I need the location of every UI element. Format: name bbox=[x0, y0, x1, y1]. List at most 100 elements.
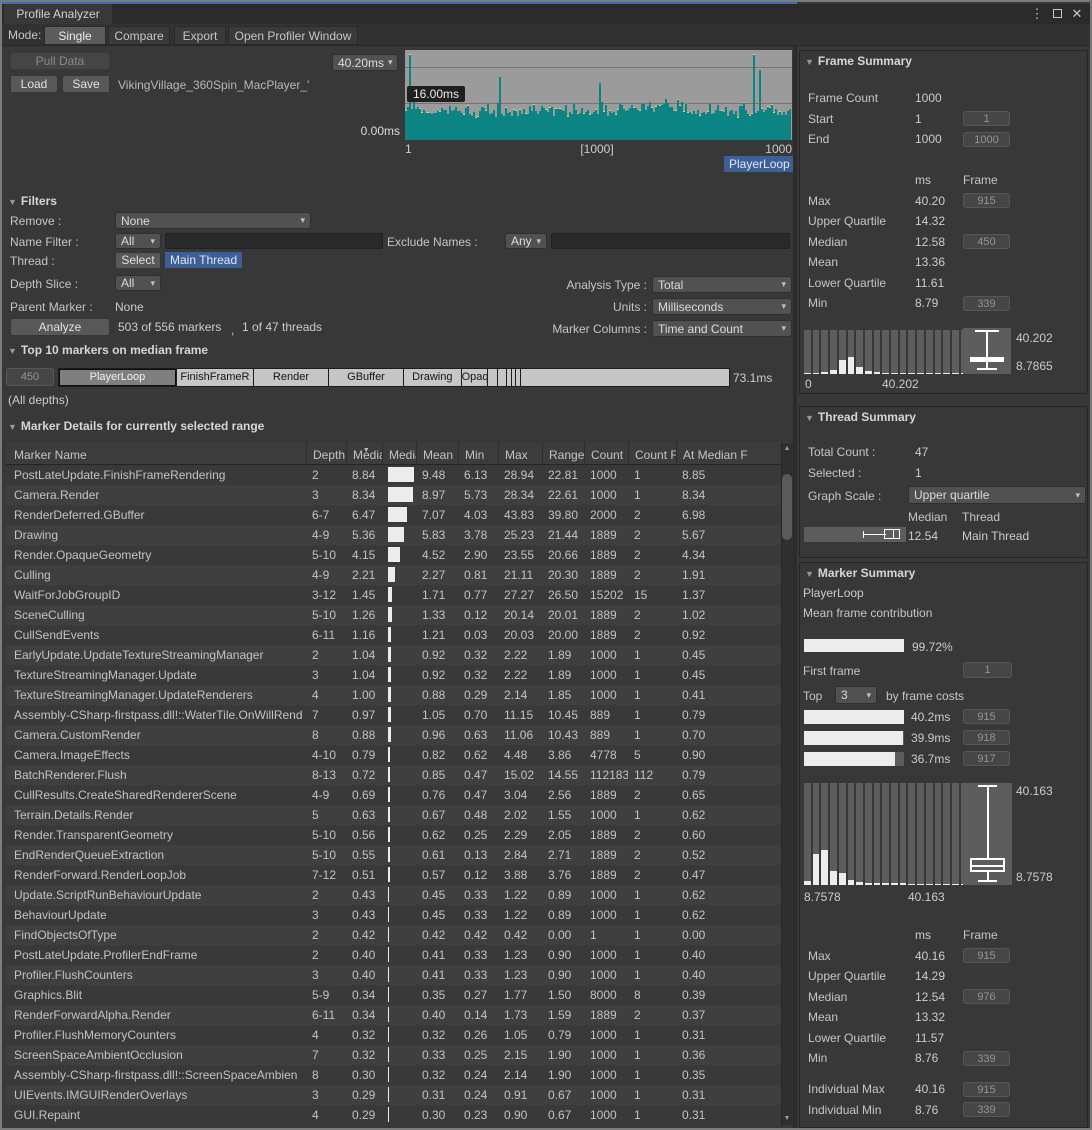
frame-jump-button[interactable]: 976 bbox=[963, 989, 1010, 1004]
scroll-up-icon[interactable]: ▲ bbox=[781, 443, 793, 455]
table-row[interactable]: WaitForJobGroupID3-121.451.710.7727.2726… bbox=[6, 585, 781, 605]
remove-dropdown[interactable]: None▾ bbox=[115, 212, 311, 229]
frame-jump-button[interactable]: 915 bbox=[963, 948, 1010, 963]
table-row[interactable]: RenderForward.RenderLoopJob7-120.510.570… bbox=[6, 865, 781, 885]
column-header[interactable]: Media bbox=[382, 442, 416, 464]
thread-graph-scale-dropdown[interactable]: Upper quartile▾ bbox=[908, 486, 1086, 504]
table-row[interactable]: TextureStreamingManager.UpdateRenderers4… bbox=[6, 685, 781, 705]
scroll-down-icon[interactable]: ▼ bbox=[781, 1113, 793, 1125]
exclude-names-input[interactable] bbox=[551, 233, 790, 249]
save-button[interactable]: Save bbox=[62, 75, 110, 93]
thread-select-button[interactable]: Select bbox=[115, 252, 161, 269]
column-header[interactable]: Range bbox=[542, 442, 584, 464]
table-row[interactable]: RenderDeferred.GBuffer6-76.477.074.0343.… bbox=[6, 505, 781, 525]
table-row[interactable]: Assembly-CSharp-firstpass.dll!::ScreenSp… bbox=[6, 1065, 781, 1085]
name-filter-input[interactable] bbox=[165, 233, 383, 249]
frame-jump-button[interactable]: 339 bbox=[963, 1051, 1010, 1066]
top-ten-marker-bar[interactable]: PlayerLoopFinishFrameRRenderGBufferDrawi… bbox=[58, 368, 730, 387]
top10-segment-playerloop[interactable]: PlayerLoop bbox=[59, 369, 177, 386]
marker-summary-title[interactable]: ▼Marker Summary bbox=[805, 566, 915, 580]
median-frame-button[interactable]: 450 bbox=[6, 368, 54, 386]
mode-compare-button[interactable]: Compare bbox=[108, 26, 170, 45]
analysis-type-dropdown[interactable]: Total▾ bbox=[652, 276, 792, 293]
table-row[interactable]: GUI.Repaint40.290.300.230.900.67100010.3… bbox=[6, 1105, 781, 1125]
top-n-dropdown[interactable]: 3▾ bbox=[835, 686, 877, 704]
table-row[interactable]: CullSendEvents6-111.161.210.0320.0320.00… bbox=[6, 625, 781, 645]
table-row[interactable]: Assembly-CSharp-firstpass.dll!::WaterTil… bbox=[6, 705, 781, 725]
table-row[interactable]: Camera.ImageEffects4-100.790.820.624.483… bbox=[6, 745, 781, 765]
table-row[interactable]: Update.ScriptRunBehaviourUpdate20.430.45… bbox=[6, 885, 781, 905]
table-scrollbar[interactable] bbox=[781, 443, 793, 1125]
frame-jump-button[interactable]: 450 bbox=[963, 234, 1010, 249]
frame-jump-button[interactable]: 915 bbox=[963, 193, 1010, 208]
marker-columns-dropdown[interactable]: Time and Count▾ bbox=[652, 320, 792, 337]
units-dropdown[interactable]: Milliseconds▾ bbox=[652, 298, 792, 315]
marker-details-section-title[interactable]: ▼Marker Details for currently selected r… bbox=[8, 419, 264, 433]
table-row[interactable]: PostLateUpdate.FinishFrameRendering28.84… bbox=[6, 465, 781, 485]
table-row[interactable]: Drawing4-95.365.833.7825.2321.44188925.6… bbox=[6, 525, 781, 545]
first-frame-button[interactable]: 1 bbox=[963, 662, 1012, 678]
mode-single-button[interactable]: Single bbox=[44, 26, 106, 45]
table-row[interactable]: BehaviourUpdate30.430.450.331.220.891000… bbox=[6, 905, 781, 925]
table-row[interactable]: BatchRenderer.Flush8-130.720.850.4715.02… bbox=[6, 765, 781, 785]
filters-section-title[interactable]: ▼Filters bbox=[8, 194, 57, 208]
column-header[interactable]: Count Fra bbox=[628, 442, 676, 464]
column-header[interactable]: Media▼ bbox=[346, 442, 382, 464]
table-row[interactable]: UIEvents.IMGUIRenderOverlays30.290.310.2… bbox=[6, 1085, 781, 1105]
close-icon[interactable]: ✕ bbox=[1068, 6, 1086, 22]
top10-segment-finishframer[interactable]: FinishFrameR bbox=[177, 369, 254, 386]
graph-scale-dropdown[interactable]: 40.20ms ▾ bbox=[332, 54, 398, 71]
top10-segment-gbuffer[interactable]: GBuffer bbox=[329, 369, 404, 386]
top10-segment-opaqu[interactable]: Opaqu bbox=[462, 369, 489, 386]
table-row[interactable]: EarlyUpdate.UpdateTextureStreamingManage… bbox=[6, 645, 781, 665]
top10-segment[interactable] bbox=[498, 369, 506, 386]
table-row[interactable]: EndRenderQueueExtraction5-100.550.610.13… bbox=[6, 845, 781, 865]
column-header[interactable]: Depth bbox=[306, 442, 346, 464]
table-row[interactable]: Camera.Render38.348.975.7328.3422.611000… bbox=[6, 485, 781, 505]
maximize-icon[interactable] bbox=[1048, 6, 1066, 22]
column-header[interactable]: At Median F bbox=[676, 442, 773, 464]
load-button[interactable]: Load bbox=[10, 75, 58, 93]
depth-slice-dropdown[interactable]: All▾ bbox=[115, 275, 161, 291]
open-profiler-window-button[interactable]: Open Profiler Window bbox=[228, 26, 358, 45]
frame-jump-button[interactable]: 1000 bbox=[963, 132, 1010, 147]
table-row[interactable]: Render.OpaqueGeometry5-104.154.522.9023.… bbox=[6, 545, 781, 565]
top10-segment-render[interactable]: Render bbox=[254, 369, 329, 386]
frame-jump-button[interactable]: 339 bbox=[963, 1102, 1010, 1117]
frame-summary-title[interactable]: ▼Frame Summary bbox=[805, 54, 912, 68]
column-header[interactable]: Max bbox=[498, 442, 542, 464]
table-row[interactable]: Profiler.FlushCounters30.400.410.331.230… bbox=[6, 965, 781, 985]
top10-segment-drawing[interactable]: Drawing bbox=[404, 369, 462, 386]
scrollbar-thumb[interactable] bbox=[782, 474, 792, 540]
analyze-button[interactable]: Analyze bbox=[10, 318, 110, 336]
table-row[interactable]: Terrain.Details.Render50.630.670.482.021… bbox=[6, 805, 781, 825]
tab-profile-analyzer[interactable]: Profile Analyzer bbox=[4, 4, 112, 24]
table-row[interactable]: TextureStreamingManager.Update31.040.920… bbox=[6, 665, 781, 685]
top10-segment[interactable] bbox=[488, 369, 498, 386]
column-header[interactable]: Marker Name bbox=[6, 442, 306, 464]
frame-jump-button[interactable]: 917 bbox=[963, 751, 1010, 766]
table-row[interactable]: Render.TransparentGeometry5-100.560.620.… bbox=[6, 825, 781, 845]
table-row[interactable]: ScreenSpaceAmbientOcclusion70.320.330.25… bbox=[6, 1045, 781, 1065]
selected-marker-chip[interactable]: PlayerLoop bbox=[724, 156, 795, 172]
table-row[interactable]: Culling4-92.212.270.8121.1120.30188921.9… bbox=[6, 565, 781, 585]
column-header[interactable]: Count bbox=[584, 442, 628, 464]
table-row[interactable]: Profiler.FlushMemoryCounters40.320.320.2… bbox=[6, 1025, 781, 1045]
frame-jump-button[interactable]: 1 bbox=[963, 111, 1010, 126]
name-filter-mode-dropdown[interactable]: All▾ bbox=[115, 233, 161, 249]
table-row[interactable]: PostLateUpdate.ProfilerEndFrame20.400.41… bbox=[6, 945, 781, 965]
pane-divider[interactable] bbox=[793, 46, 797, 1128]
frame-jump-button[interactable]: 918 bbox=[963, 730, 1010, 745]
table-row[interactable]: FindObjectsOfType20.420.420.420.420.0011… bbox=[6, 925, 781, 945]
table-header-row[interactable]: Marker NameDepthMedia▼MediaMeanMinMaxRan… bbox=[6, 442, 793, 465]
frame-jump-button[interactable]: 915 bbox=[963, 1082, 1010, 1097]
table-row[interactable]: SceneCulling5-101.261.330.1220.1420.0118… bbox=[6, 605, 781, 625]
frame-jump-button[interactable]: 915 bbox=[963, 709, 1010, 724]
kebab-menu-icon[interactable]: ⋮ bbox=[1028, 6, 1046, 22]
top-ten-section-title[interactable]: ▼Top 10 markers on median frame bbox=[8, 343, 208, 357]
frame-jump-button[interactable]: 339 bbox=[963, 296, 1010, 311]
pull-data-button[interactable]: Pull Data bbox=[10, 52, 110, 70]
thread-filter-chip[interactable]: Main Thread bbox=[165, 252, 242, 268]
export-button[interactable]: Export bbox=[174, 26, 226, 45]
column-header[interactable]: Min bbox=[458, 442, 498, 464]
